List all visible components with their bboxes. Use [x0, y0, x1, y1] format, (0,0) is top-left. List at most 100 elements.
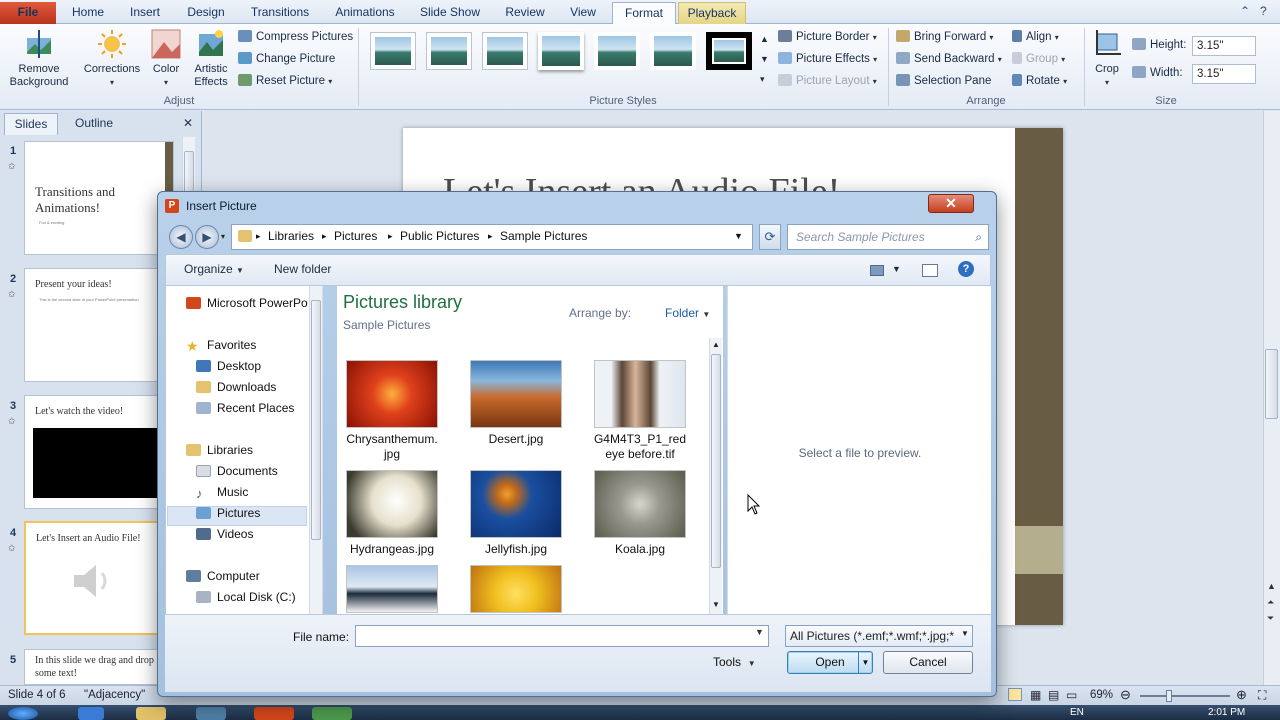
tab-view[interactable]: View — [562, 2, 604, 24]
file-list-scrollbar[interactable]: ▲ ▼ — [709, 338, 722, 614]
nav-recent-places[interactable]: Recent Places — [196, 401, 294, 415]
slide-show-icon[interactable]: ▭ — [1066, 688, 1077, 702]
view-options-arrow[interactable]: ▼ — [892, 264, 901, 274]
file-item-tulips[interactable] — [461, 565, 571, 617]
picture-style-thumb[interactable] — [538, 32, 584, 70]
taskbar-media-icon[interactable] — [196, 707, 226, 720]
tab-animations[interactable]: Animations — [328, 2, 402, 24]
zoom-level[interactable]: 69% — [1090, 689, 1113, 701]
normal-view-icon[interactable] — [1008, 688, 1022, 701]
prev-slide-icon[interactable]: ⏶ — [1267, 597, 1274, 608]
picture-layout-button[interactable]: Picture Layout ▾ — [778, 72, 877, 90]
new-folder-button[interactable]: New folder — [274, 262, 331, 276]
taskbar-clock[interactable]: 2:01 PM — [1208, 707, 1245, 718]
zoom-in-icon[interactable]: ⊕ — [1236, 687, 1247, 703]
file-item-penguins[interactable] — [337, 565, 447, 617]
tab-format[interactable]: Format — [612, 2, 676, 24]
file-item-koala[interactable]: Koala.jpg — [585, 470, 695, 557]
tab-transitions[interactable]: Transitions — [244, 2, 316, 24]
nav-libraries[interactable]: Libraries — [186, 443, 253, 457]
organize-button[interactable]: Organize ▼ — [184, 262, 244, 276]
scrollbar-thumb[interactable] — [311, 300, 321, 540]
slide-thumb-3[interactable]: Let's watch the video! — [24, 395, 174, 509]
selection-pane-button[interactable]: Selection Pane — [896, 72, 991, 90]
picture-style-thumb[interactable] — [594, 32, 640, 70]
slide-thumb-4[interactable]: Let's Insert an Audio File! — [24, 521, 174, 635]
close-pane-icon[interactable]: ✕ — [180, 113, 196, 135]
nav-desktop[interactable]: Desktop — [196, 359, 261, 373]
tab-playback[interactable]: Playback — [678, 2, 746, 24]
nav-local-disk[interactable]: Local Disk (C:) — [196, 590, 296, 604]
file-name-input[interactable] — [355, 625, 769, 647]
file-type-dropdown-arrow[interactable]: ▼ — [961, 629, 969, 638]
refresh-button[interactable]: ⟳ — [759, 224, 781, 250]
change-view-icon[interactable] — [870, 265, 884, 276]
fit-slide-icon[interactable]: ⛶ — [1258, 688, 1266, 703]
help-icon[interactable]: ? — [958, 261, 974, 277]
start-button-icon[interactable] — [8, 707, 38, 720]
gallery-scroll-down[interactable]: ▼ — [760, 50, 769, 68]
nav-downloads[interactable]: Downloads — [196, 380, 276, 394]
file-item-hydrangeas[interactable]: Hydrangeas.jpg — [337, 470, 447, 557]
group-button[interactable]: Group ▾ — [1012, 50, 1065, 68]
recent-locations-arrow[interactable]: ▾ — [221, 232, 225, 241]
change-picture-button[interactable]: Change Picture — [238, 50, 335, 68]
help-icon[interactable]: ? — [1260, 4, 1267, 18]
nav-documents[interactable]: Documents — [196, 464, 278, 478]
file-item-g4m4t3[interactable]: G4M4T3_P1_red eye before.tif — [585, 360, 695, 462]
tab-insert[interactable]: Insert — [122, 2, 168, 24]
cancel-button[interactable]: Cancel — [883, 651, 973, 674]
file-item-jellyfish[interactable]: Jellyfish.jpg — [461, 470, 571, 557]
tab-file[interactable]: File — [0, 2, 56, 24]
picture-border-button[interactable]: Picture Border ▾ — [778, 28, 877, 46]
forward-button[interactable]: ▶ — [195, 225, 219, 249]
slide-vertical-scrollbar[interactable]: ▲ ⏶ ⏷ — [1263, 111, 1280, 685]
open-options-arrow[interactable]: ▼ — [858, 652, 872, 673]
file-name-dropdown-arrow[interactable]: ▼ — [755, 627, 764, 637]
tab-slide-show[interactable]: Slide Show — [414, 2, 486, 24]
picture-style-thumb[interactable] — [482, 32, 528, 70]
height-input[interactable]: 3.15" — [1192, 36, 1256, 56]
search-input[interactable]: Search Sample Pictures ⌕ — [787, 224, 989, 250]
nav-pane-scrollbar[interactable] — [309, 286, 322, 614]
scroll-down-arrow[interactable]: ▼ — [712, 600, 720, 609]
picture-style-thumb[interactable] — [706, 32, 752, 70]
close-button[interactable]: ✕ — [928, 194, 974, 213]
bring-forward-button[interactable]: Bring Forward ▾ — [896, 28, 993, 46]
rotate-button[interactable]: Rotate ▾ — [1012, 72, 1067, 90]
send-backward-button[interactable]: Send Backward ▾ — [896, 50, 1002, 68]
tab-home[interactable]: Home — [64, 2, 112, 24]
picture-style-thumb[interactable] — [426, 32, 472, 70]
compress-pictures-button[interactable]: Compress Pictures — [238, 28, 353, 46]
nav-microsoft-powerpoint[interactable]: Microsoft PowerPo — [186, 296, 308, 310]
preview-pane-icon[interactable] — [922, 264, 938, 277]
taskbar-explorer-icon[interactable] — [136, 707, 166, 720]
language-indicator[interactable]: EN — [1070, 707, 1084, 718]
tab-outline[interactable]: Outline — [62, 113, 126, 135]
zoom-slider[interactable] — [1140, 695, 1230, 697]
slide-thumb-1[interactable]: Transitions and Animations! Fun & exciti… — [24, 141, 174, 255]
scrollbar-thumb[interactable] — [1265, 349, 1278, 419]
crop-button[interactable]: Crop ▾ — [1088, 28, 1126, 89]
breadcrumb[interactable]: ▸ Libraries ▸ Pictures ▸ Public Pictures… — [231, 224, 753, 250]
next-slide-icon[interactable]: ⏷ — [1267, 613, 1274, 624]
nav-computer[interactable]: Computer — [186, 569, 260, 583]
reading-view-icon[interactable]: ▤ — [1048, 688, 1059, 702]
open-button[interactable]: Open ▼ — [787, 651, 873, 674]
back-button[interactable]: ◀ — [169, 225, 193, 249]
remove-background-button[interactable]: Remove Background — [6, 28, 72, 89]
file-type-select[interactable]: All Pictures (*.emf;*.wmf;*.jpg;* — [785, 625, 973, 647]
nav-favorites[interactable]: ★ Favorites — [186, 338, 256, 354]
picture-style-thumb[interactable] — [650, 32, 696, 70]
color-button[interactable]: Color ▾ — [146, 28, 186, 89]
width-input[interactable]: 3.15" — [1192, 64, 1256, 84]
minimize-ribbon-icon[interactable]: ⌃ — [1240, 4, 1250, 18]
breadcrumb-sample-pictures[interactable]: Sample Pictures — [500, 229, 587, 243]
breadcrumb-libraries[interactable]: Libraries — [268, 229, 314, 243]
tab-slides[interactable]: Slides — [4, 113, 58, 135]
align-button[interactable]: Align ▾ — [1012, 28, 1059, 46]
file-item-chrysanthemum[interactable]: Chrysanthemum. jpg — [337, 360, 447, 462]
zoom-slider-thumb[interactable] — [1166, 690, 1172, 702]
picture-style-thumb[interactable] — [370, 32, 416, 70]
arrange-by-dropdown[interactable]: Folder ▼ — [665, 306, 710, 320]
